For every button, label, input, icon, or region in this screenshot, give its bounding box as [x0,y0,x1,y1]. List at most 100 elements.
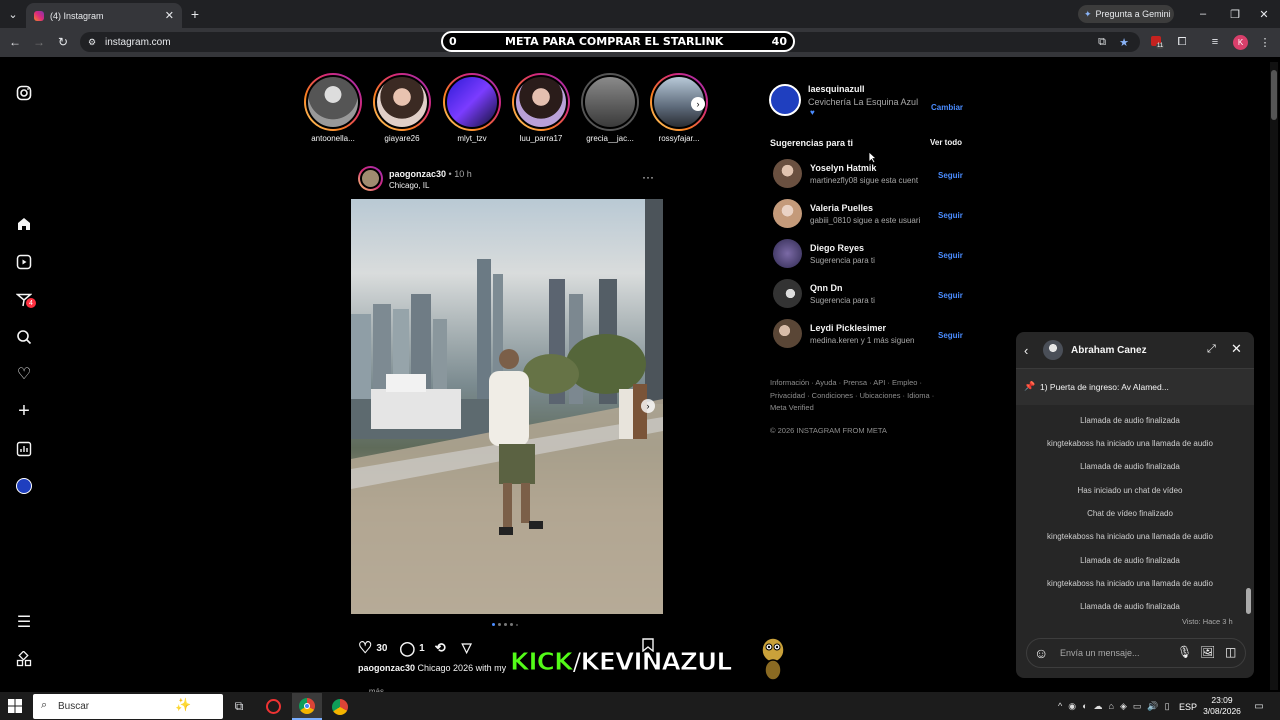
follow-button[interactable]: Seguir [938,291,963,300]
search-icon[interactable] [14,327,34,347]
photo-next-icon[interactable]: › [641,399,655,413]
minimize-icon[interactable]: – [1196,7,1210,21]
footer-line-1[interactable]: Información · Ayuda · Prensa · API · Emp… [770,377,934,390]
story-item[interactable]: giayare26 [373,73,431,143]
caption-username[interactable]: paogonzac30 [358,663,415,673]
language-indicator[interactable]: ESP [1179,702,1197,712]
browser-menu-icon[interactable]: ⋮ [1260,35,1271,49]
like-count[interactable]: 30 [376,643,387,654]
current-account-username[interactable]: laesquinazull [808,84,865,94]
tray-chevron-icon[interactable]: ^ [1058,701,1062,712]
footer-line-2[interactable]: Privacidad · Condiciones · Ubicaciones ·… [770,390,934,403]
stories-next-icon[interactable]: › [691,97,705,111]
story-item[interactable]: antoonella... [304,73,362,143]
new-tab-icon[interactable]: + [188,6,202,22]
back-icon[interactable]: ← [8,35,22,49]
follow-button[interactable]: Seguir [938,251,963,260]
battery-icon[interactable]: ▯ [1165,701,1170,712]
story-item[interactable]: luu_parra17 [512,73,570,143]
maximize-icon[interactable]: ❐ [1228,7,1242,21]
site-info-icon[interactable]: ⚙ [86,36,98,48]
post-options-icon[interactable]: ··· [642,170,654,184]
chat-close-icon[interactable]: ✕ [1231,341,1242,357]
install-app-icon[interactable]: ⧉ [1095,35,1109,49]
close-tab-icon[interactable]: ✕ [165,9,174,22]
message-input-box[interactable]: ☺ Envía un mensaje... 🎙 🖼 ◫ [1026,638,1246,668]
suggestion-avatar[interactable] [773,199,802,228]
volume-icon[interactable]: 🔊 [1147,701,1158,712]
taskbar-chrome-profile-icon[interactable] [332,699,348,715]
suggestion-name[interactable]: Valeria Puelles [810,203,873,213]
browser-tab[interactable]: (4) Instagram ✕ [26,3,182,28]
network-icon[interactable]: ▭ [1133,701,1142,712]
gemini-button[interactable]: ✦ Pregunta a Gemini [1078,5,1174,23]
reload-icon[interactable]: ↻ [56,35,70,49]
chat-back-icon[interactable]: ‹ [1024,343,1028,358]
forward-icon[interactable]: → [32,35,46,49]
chat-scrollbar[interactable] [1246,410,1251,626]
notifications-heart-icon[interactable]: ♡ [14,364,34,384]
reels-icon[interactable] [14,252,34,272]
switch-account-button[interactable]: Cambiar [931,97,963,115]
tray-app-icon[interactable]: ◉ [1068,701,1076,712]
taskbar-app-icon[interactable] [266,699,281,714]
current-account-avatar[interactable] [769,84,801,116]
suggestion-name[interactable]: Yoselyn Hatmik [810,163,876,173]
bookmark-star-icon[interactable]: ★ [1117,35,1131,49]
microphone-icon[interactable]: 🎙 [1177,645,1192,659]
extension-icon[interactable]: 11 [1150,35,1166,51]
suggestion-name[interactable]: Qnn Dn [810,283,843,293]
suggestion-avatar[interactable] [773,239,802,268]
see-all-link[interactable]: Ver todo [930,138,962,147]
tray-app-icon[interactable]: ☁ [1094,701,1103,712]
chat-contact-name[interactable]: Abraham Canez [1071,345,1147,356]
repost-icon[interactable]: ⟲ [435,640,446,656]
create-plus-icon[interactable]: + [14,400,34,422]
taskbar-chrome-active[interactable] [292,693,322,720]
tray-app-icon[interactable]: ⌂ [1109,701,1114,712]
page-scrollbar[interactable] [1270,62,1278,690]
emoji-icon[interactable]: ☺ [1034,645,1048,661]
instagram-logo-icon[interactable] [14,83,34,103]
share-send-icon[interactable]: ▽ [462,640,472,656]
like-heart-icon[interactable]: ♡ [358,638,372,658]
image-icon[interactable]: 🖼 [1200,645,1215,659]
also-from-meta-icon[interactable] [14,649,34,669]
follow-button[interactable]: Seguir [938,331,963,340]
story-item[interactable]: grecia__jac... [581,73,639,143]
chat-expand-icon[interactable]: ⤢ [1207,343,1216,356]
more-menu-icon[interactable]: ☰ [14,612,34,632]
task-view-icon[interactable]: ⧉ [232,699,246,713]
suggestion-name[interactable]: Leydi Picklesimer [810,323,886,333]
post-location[interactable]: Chicago, IL [389,181,429,190]
taskbar-search[interactable]: ⌕ Buscar ✨ [33,694,223,719]
comment-count[interactable]: 1 [419,643,425,654]
profile-avatar[interactable]: K [1233,35,1248,50]
post-author-avatar[interactable] [358,166,383,191]
post-photo[interactable]: › [351,199,663,614]
suggestion-name[interactable]: Diego Reyes [810,243,864,253]
follow-button[interactable]: Seguir [938,171,963,180]
footer-line-3[interactable]: Meta Verified [770,402,934,415]
profile-nav-avatar[interactable] [14,476,34,496]
windows-start-icon[interactable] [8,699,22,713]
chat-contact-avatar[interactable] [1043,340,1063,360]
message-input[interactable]: Envía un mensaje... [1060,648,1140,658]
extensions-puzzle-icon[interactable]: ⧠ [1175,35,1189,49]
home-icon[interactable] [14,214,34,234]
reading-list-icon[interactable]: ≡ [1208,35,1222,49]
pinned-message[interactable]: 📌 1) Puerta de ingreso: Av Alamed... [1016,369,1254,405]
notifications-icon[interactable]: ▭ [1253,700,1265,712]
tray-app-icon[interactable]: ◈ [1120,701,1127,712]
tab-search-icon[interactable]: ⌄ [6,7,20,21]
sticker-icon[interactable]: ◫ [1225,645,1236,659]
post-username[interactable]: paogonzac30 [389,169,446,179]
dashboard-icon[interactable] [14,439,34,459]
tray-app-icon[interactable]: ◐ [1082,701,1087,712]
follow-button[interactable]: Seguir [938,211,963,220]
messages-icon[interactable]: 4 [14,290,36,310]
taskbar-clock[interactable]: 23:09 3/08/2026 [1200,695,1244,717]
story-item[interactable]: mlyt_tzv [443,73,501,143]
comment-icon[interactable]: ◯ [399,640,415,657]
suggestion-avatar[interactable] [773,279,802,308]
